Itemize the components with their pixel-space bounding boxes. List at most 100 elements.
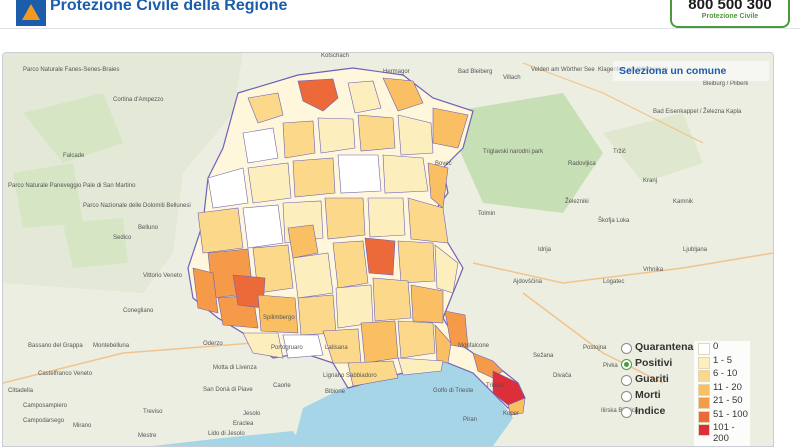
emergency-phone-badge[interactable]: 800 500 300 Protezione Civile [670,0,790,28]
municipality[interactable] [337,154,382,194]
town-label: Villach [503,75,521,81]
town-label: Cittadella [8,388,34,394]
municipality[interactable] [292,252,334,299]
town-label: Trieste [486,383,505,389]
town-label: Parco Nazionale delle Dolomiti Bellunesi [83,203,191,209]
park-area-3 [63,218,128,268]
municipality[interactable] [282,120,316,159]
town-label: Portogruaro [271,345,303,351]
phone-subtitle: Protezione Civile [701,13,759,20]
municipality[interactable] [382,154,429,194]
town-label: Lignano Sabbiadoro [323,373,377,379]
town-label: Piran [463,417,478,423]
municipality[interactable] [397,240,436,284]
town-label: Golfo di Trieste [433,388,474,394]
legend-swatch [698,424,710,436]
town-label: Velden am Wörther See [531,67,595,73]
radio-selected-icon[interactable] [621,359,632,370]
radio-icon[interactable] [621,407,632,418]
municipality[interactable] [360,320,399,364]
town-label: Kotschach [321,53,350,59]
map-container[interactable]: Kotschach Hermagor Bad Bleiberg Villach … [2,52,774,447]
town-label: Campodarsego [23,418,65,424]
town-label: Treviso [143,409,163,415]
town-label: Kamnik [673,199,694,205]
town-label: Falcade [63,153,85,159]
town-label: Tolmin [478,211,496,217]
municipality[interactable] [257,294,299,334]
legend-swatch [698,410,710,423]
layer-label: Indice [635,405,666,417]
municipality[interactable] [297,294,337,336]
layer-label: Guariti [635,373,669,385]
town-label: Bad Bleiberg [458,69,493,75]
town-label: Hermagor [383,69,410,75]
municipality[interactable] [332,240,369,289]
town-label: Divača [553,373,572,379]
town-label: San Donà di Piave [203,387,253,393]
legend-label: 1 - 5 [713,354,733,366]
town-label: Conegliano [123,308,154,314]
legend-label: 101 - 200 [713,422,735,444]
town-label: Idrija [538,247,552,253]
layer-label: Positivi [635,357,673,369]
municipality[interactable] [335,284,374,329]
legend-label: 11 - 20 [713,381,742,393]
town-label: Vittorio Veneto [143,273,182,279]
select-municipality-control[interactable]: Seleziona un comune [613,61,769,81]
town-label: Logatec [603,279,625,285]
radio-icon[interactable] [621,391,632,402]
town-label: Radovljica [568,161,596,167]
municipality[interactable] [397,320,436,359]
town-label: Bibione [325,389,346,395]
legend-item: 21 - 50 [694,395,750,409]
legend-item: 1 - 5 [694,355,750,369]
town-label: Kranj [643,178,658,184]
town-label: Pivka [603,363,618,369]
legend-swatch [698,343,710,355]
town-label: Parco Naturale Paneveggio Pale di San Ma… [8,183,136,189]
municipality[interactable] [317,117,356,154]
phone-number: 800 500 300 [688,0,772,13]
municipality[interactable] [357,114,396,152]
town-label: Železniki [565,199,589,205]
town-label: Lido di Jesolo [208,431,245,437]
municipality[interactable] [367,197,406,238]
town-label: Triglavski narodni park [483,149,544,155]
municipality[interactable] [242,204,284,249]
map-legend: 0 1 - 5 6 - 10 11 - 20 21 - 50 51 - 100 … [694,341,750,446]
town-label: Caorle [273,383,291,389]
town-label: Bassano del Grappa [28,343,83,349]
town-label: Bleiburg / Pliberk [703,81,749,87]
town-label: Montebelluna [93,343,130,349]
town-label: Castelfranco Veneto [38,371,93,377]
municipality[interactable] [372,277,412,322]
town-label: Mirano [73,423,92,429]
logo-triangle-icon [22,4,40,20]
municipality[interactable] [324,197,366,240]
town-label: Parco Naturale Fanes-Senes-Braies [23,67,120,73]
legend-swatch [698,356,710,369]
municipality[interactable] [197,207,244,254]
layer-label: Morti [635,389,661,401]
town-label: Tržič [613,149,626,155]
municipality[interactable] [247,162,292,204]
municipality[interactable] [410,284,444,324]
protezione-civile-logo[interactable] [16,0,46,26]
radio-icon[interactable] [621,375,632,386]
municipality[interactable] [292,157,336,198]
town-label: Belluno [138,225,159,231]
municipality[interactable] [287,224,319,259]
municipality[interactable] [364,237,396,276]
legend-item: 0 [694,341,750,355]
town-label: Postojna [583,345,607,351]
legend-item: 6 - 10 [694,368,750,382]
park-area-2 [13,163,83,228]
town-label: Spilimbergo [263,315,295,321]
radio-icon[interactable] [621,343,632,354]
page-title: Protezione Civile della Regione [50,0,288,14]
town-label: Latisana [325,345,348,351]
town-label: Vrhnika [643,267,664,273]
town-label: Camposampiero [23,403,68,409]
municipality[interactable] [242,127,279,164]
